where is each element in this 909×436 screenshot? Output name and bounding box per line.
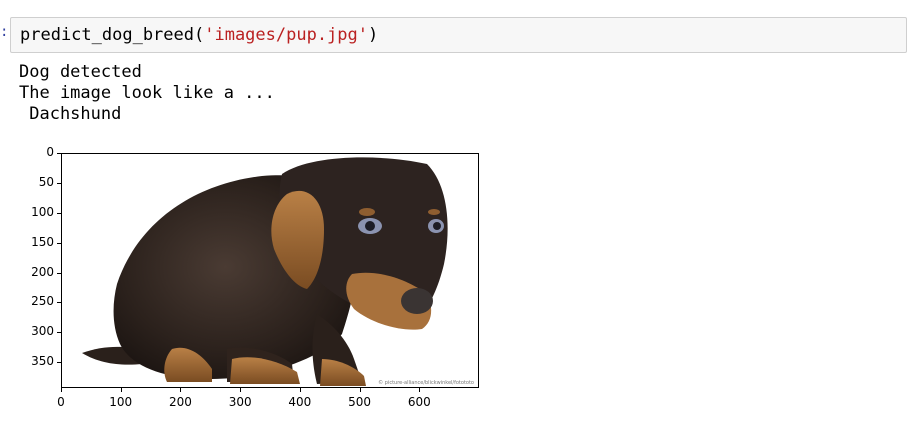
x-tick-mark	[180, 388, 182, 392]
x-tick-label: 600	[407, 395, 431, 409]
x-tick-mark	[299, 388, 301, 392]
output-line-breed: Dachshund	[19, 104, 122, 124]
x-tick-mark	[120, 388, 122, 392]
y-tick-mark	[57, 362, 61, 364]
x-tick-mark	[359, 388, 361, 392]
output-line-detected: Dog detected	[19, 62, 142, 82]
y-tick-label: 300	[31, 324, 54, 339]
cell-output: Dog detected The image look like a ... Da…	[19, 62, 275, 125]
y-tick-mark	[57, 182, 61, 184]
code-close-paren: )	[368, 25, 379, 45]
x-tick-label: 400	[288, 395, 312, 409]
x-tick-label: 300	[228, 395, 252, 409]
x-tick-label: 0	[57, 395, 65, 409]
y-tick-mark	[57, 332, 61, 334]
image-plot: © picture-alliance/blickwinkel/fotototo …	[0, 140, 500, 430]
y-tick-label: 200	[31, 264, 54, 279]
code-line: predict_dog_breed('images/pup.jpg')	[20, 24, 378, 46]
x-tick-mark	[61, 388, 62, 392]
x-tick-mark	[240, 388, 242, 392]
y-tick-mark	[57, 212, 61, 214]
y-tick-label: 250	[31, 294, 54, 309]
y-tick-mark	[57, 242, 61, 244]
image-credit: © picture-alliance/blickwinkel/fotototo	[378, 380, 474, 386]
x-tick-label: 200	[168, 395, 192, 409]
y-tick-label: 0	[46, 145, 54, 159]
x-tick-label: 500	[348, 395, 372, 409]
cell-prompt: :	[0, 24, 9, 40]
y-tick-mark	[57, 272, 61, 274]
code-string-argument: 'images/pup.jpg'	[204, 25, 368, 45]
code-function: predict_dog_breed(	[20, 25, 205, 45]
y-tick-mark	[57, 153, 61, 154]
x-tick-label: 100	[109, 395, 133, 409]
y-tick-mark	[57, 302, 61, 304]
y-tick-label: 100	[31, 204, 54, 219]
y-tick-label: 350	[31, 354, 54, 369]
x-tick-mark	[419, 388, 421, 392]
y-tick-label: 50	[38, 174, 54, 189]
code-cell-input[interactable]: predict_dog_breed('images/pup.jpg')	[10, 17, 907, 53]
plot-axes-frame: © picture-alliance/blickwinkel/fotototo	[61, 153, 479, 388]
dog-image	[82, 157, 448, 386]
output-line-look-like: The image look like a ...	[19, 83, 275, 103]
y-tick-label: 150	[31, 234, 54, 249]
